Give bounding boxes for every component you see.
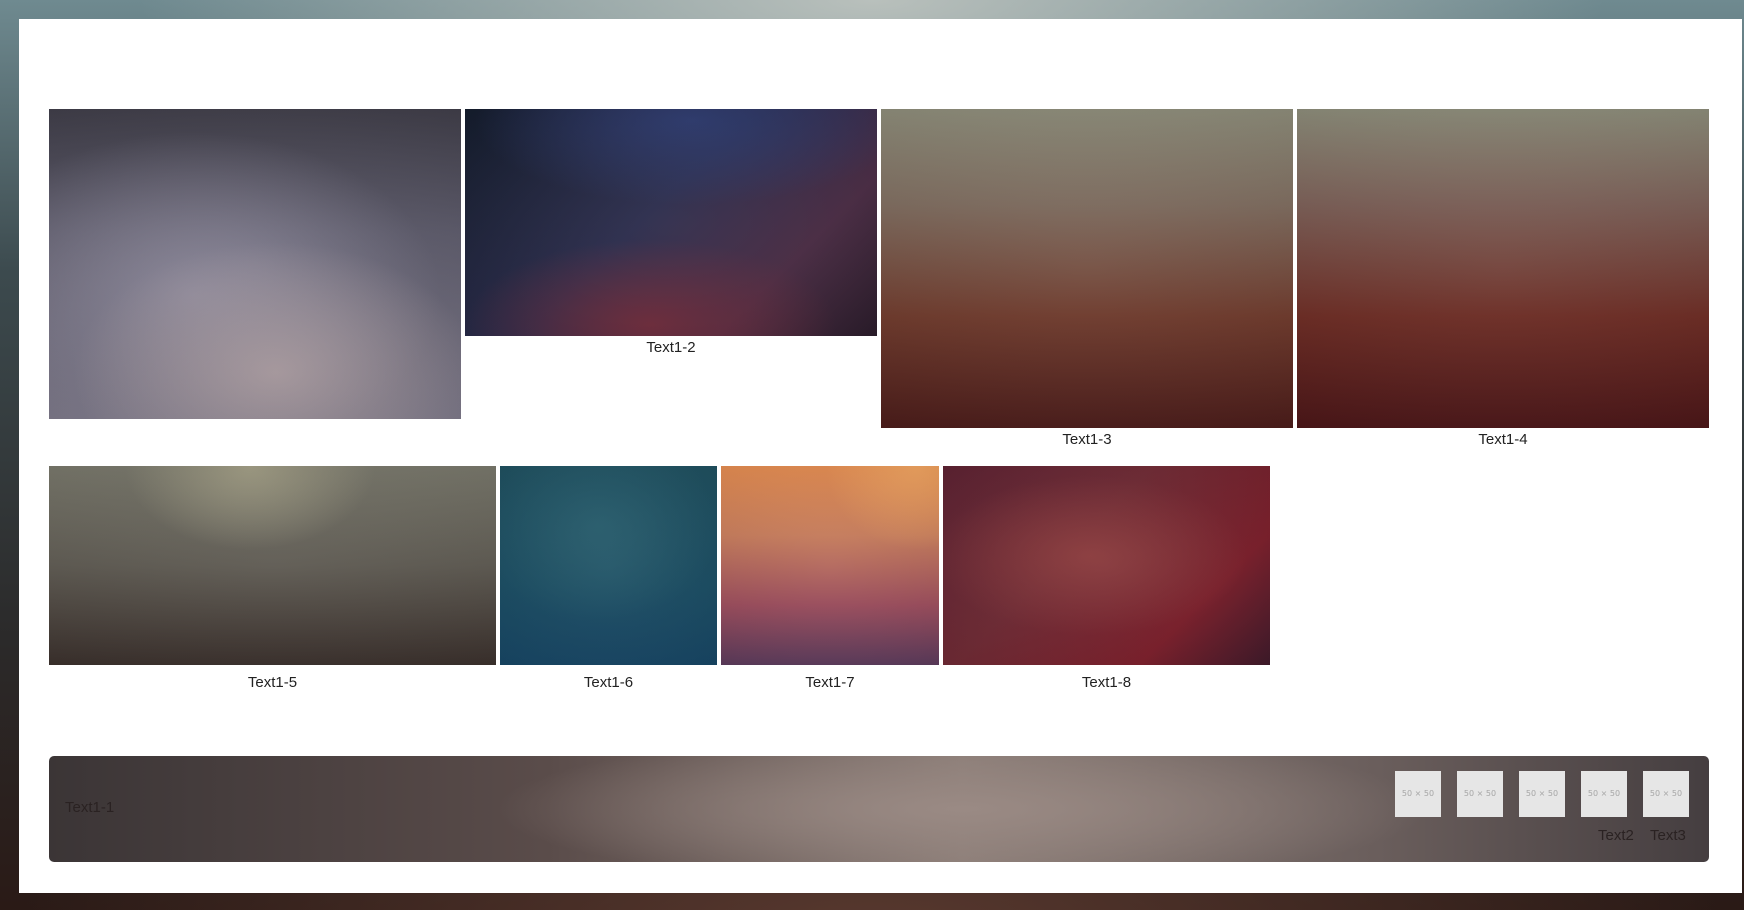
- thumbnail-caption-text2: Text2: [1598, 827, 1634, 844]
- gallery-image-8[interactable]: [943, 466, 1270, 665]
- gallery-caption-6: Text1-6: [583, 674, 634, 691]
- thumbnail-placeholder-1[interactable]: 50 × 50: [1395, 771, 1441, 817]
- gallery-item-6[interactable]: Text1-6: [500, 466, 717, 691]
- thumbnail-placeholder-4[interactable]: 50 × 50: [1581, 771, 1627, 817]
- thumbnail-caption-text3: Text3: [1650, 827, 1686, 844]
- gallery-caption-5: Text1-5: [247, 674, 298, 691]
- gallery-item-2[interactable]: Text1-2: [465, 109, 877, 356]
- gallery-image-4[interactable]: [1297, 109, 1709, 428]
- gallery-image-6[interactable]: [500, 466, 717, 665]
- thumbnail-placeholder-2[interactable]: 50 × 50: [1457, 771, 1503, 817]
- gallery-caption-3: Text1-3: [1062, 431, 1112, 448]
- gallery-caption-7: Text1-7: [805, 674, 855, 691]
- gallery-image-5[interactable]: [49, 466, 496, 665]
- footer-label: Text1-1: [65, 799, 115, 816]
- gallery-item-5[interactable]: Text1-5: [49, 466, 496, 691]
- gallery-item-7[interactable]: Text1-7: [721, 466, 939, 691]
- footer-bar: Text1-1 50 × 50 50 × 50 50 × 50 50 × 50 …: [49, 756, 1709, 862]
- thumbnail-strip: 50 × 50 50 × 50 50 × 50 50 × 50 50 × 50 …: [1395, 771, 1695, 851]
- gallery-item-8[interactable]: Text1-8: [943, 466, 1270, 691]
- gallery-image-1[interactable]: [49, 109, 461, 419]
- gallery-item-3[interactable]: Text1-3: [881, 109, 1293, 448]
- gallery-image-3[interactable]: [881, 109, 1293, 428]
- gallery-item-4[interactable]: Text1-4: [1297, 109, 1709, 448]
- gallery-image-2[interactable]: [465, 109, 877, 336]
- gallery-image-7[interactable]: [721, 466, 939, 665]
- gallery-item-1[interactable]: [49, 109, 461, 419]
- gallery-caption-8: Text1-8: [1081, 674, 1132, 691]
- gallery-caption-2: Text1-2: [646, 339, 696, 356]
- thumbnail-placeholder-3[interactable]: 50 × 50: [1519, 771, 1565, 817]
- gallery-caption-4: Text1-4: [1478, 431, 1528, 448]
- thumbnail-placeholder-5[interactable]: 50 × 50: [1643, 771, 1689, 817]
